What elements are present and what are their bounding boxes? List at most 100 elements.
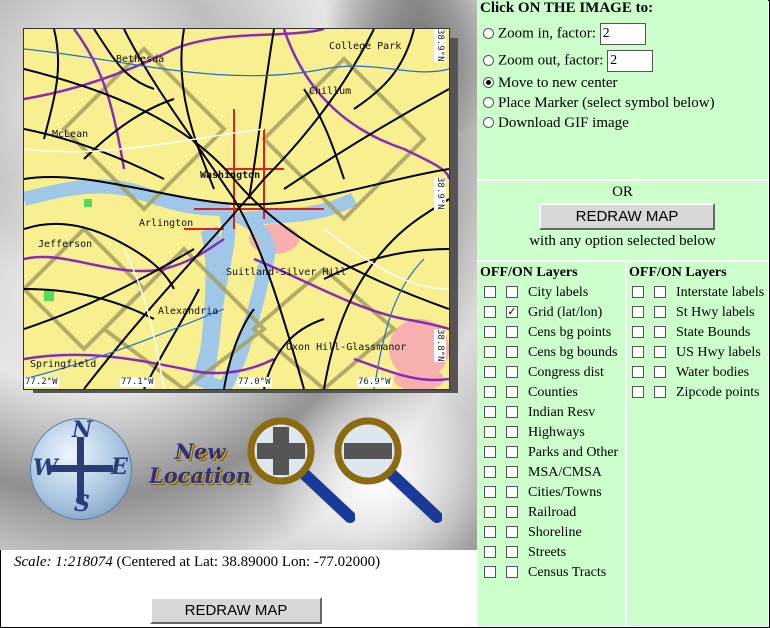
layer-row[interactable]: US Hwy labels — [632, 344, 761, 362]
option-download-gif[interactable]: Download GIF image — [483, 115, 629, 132]
layer-label: Cities/Towns — [528, 485, 602, 500]
layer-row[interactable]: Highways — [484, 424, 585, 442]
layer-on-checkbox[interactable] — [654, 345, 666, 358]
layer-row[interactable]: St Hwy labels — [632, 304, 755, 322]
layer-row[interactable]: Cens bg points — [484, 324, 611, 342]
radio-zoom-out[interactable] — [483, 54, 494, 66]
layer-on-checkbox[interactable] — [506, 525, 518, 538]
layer-off-checkbox[interactable] — [484, 445, 496, 458]
compass-pan-control[interactable]: N S E W — [30, 417, 132, 520]
layer-on-checkbox[interactable] — [506, 385, 518, 398]
layer-label: Cens bg bounds — [528, 345, 618, 360]
layer-row[interactable]: City labels — [484, 284, 588, 302]
layer-on-checkbox[interactable] — [506, 425, 518, 438]
layer-on-checkbox[interactable] — [506, 285, 518, 298]
zoom-in-factor-input[interactable]: 2 — [599, 23, 646, 45]
option-zoom-in[interactable]: Zoom in, factor: 2 — [483, 23, 646, 45]
layer-off-checkbox[interactable] — [484, 305, 496, 318]
layer-off-checkbox[interactable] — [632, 325, 644, 338]
map-image[interactable]: Bethesda College Park Chillum McLean Was… — [23, 28, 450, 390]
lat-tick-label: 38.9°N — [434, 29, 446, 62]
radio-move-center[interactable] — [483, 77, 494, 89]
new-location-button[interactable]: New Location — [145, 440, 255, 488]
layer-label: City labels — [528, 285, 589, 300]
compass-n[interactable]: N — [72, 417, 92, 443]
layer-off-checkbox[interactable] — [632, 305, 644, 318]
layer-off-checkbox[interactable] — [484, 345, 496, 358]
place-label: Chillum — [309, 86, 352, 97]
layer-row[interactable]: Census Tracts — [484, 564, 606, 582]
radio-place-marker[interactable] — [483, 97, 494, 109]
layer-off-checkbox[interactable] — [484, 505, 496, 518]
layer-on-checkbox[interactable] — [654, 325, 666, 338]
layer-row[interactable]: Streets — [484, 544, 566, 562]
place-label: Arlington — [139, 218, 194, 229]
layer-on-checkbox[interactable] — [506, 325, 518, 338]
layer-on-checkbox[interactable] — [654, 365, 666, 378]
layer-off-checkbox[interactable] — [484, 385, 496, 398]
layer-on-checkbox[interactable] — [506, 565, 518, 578]
place-label: Jefferson — [38, 239, 93, 250]
layer-off-checkbox[interactable] — [484, 285, 496, 298]
layer-row[interactable]: Cens bg bounds — [484, 344, 617, 362]
layer-off-checkbox[interactable] — [632, 345, 644, 358]
layer-row[interactable]: MSA/CMSA — [484, 464, 602, 482]
redraw-map-button[interactable]: REDRAW MAP — [539, 203, 715, 230]
layer-off-checkbox[interactable] — [484, 525, 496, 538]
layer-on-checkbox[interactable] — [506, 365, 518, 378]
layer-off-checkbox[interactable] — [632, 365, 644, 378]
layer-label: Counties — [528, 385, 578, 400]
layer-row[interactable]: Railroad — [484, 504, 576, 522]
layer-row[interactable]: Parks and Other — [484, 444, 618, 462]
layer-off-checkbox[interactable] — [484, 465, 496, 478]
layer-off-checkbox[interactable] — [484, 325, 496, 338]
redraw-map-button-bottom[interactable]: REDRAW MAP — [150, 597, 322, 624]
layer-off-checkbox[interactable] — [632, 285, 644, 298]
layer-row[interactable]: Cities/Towns — [484, 484, 602, 502]
option-zoom-out[interactable]: Zoom out, factor: 2 — [483, 50, 654, 72]
layer-on-checkbox[interactable] — [506, 465, 518, 478]
compass-s[interactable]: S — [74, 491, 90, 517]
layer-off-checkbox[interactable] — [632, 385, 644, 398]
layer-row[interactable]: Congress dist — [484, 364, 604, 382]
zoom-out-factor-input[interactable]: 2 — [607, 50, 654, 72]
layer-label: Interstate labels — [676, 285, 765, 300]
layer-off-checkbox[interactable] — [484, 405, 496, 418]
layer-row[interactable]: ✓ Grid (lat/lon) — [484, 304, 602, 322]
layer-label: State Bounds — [676, 325, 751, 340]
radio-zoom-in[interactable] — [483, 27, 494, 39]
layer-row[interactable]: Counties — [484, 384, 578, 402]
divider — [477, 260, 768, 262]
layer-off-checkbox[interactable] — [484, 485, 496, 498]
layer-row[interactable]: Interstate labels — [632, 284, 764, 302]
layer-on-checkbox[interactable] — [654, 385, 666, 398]
layer-on-checkbox[interactable]: ✓ — [506, 305, 518, 318]
layer-row[interactable]: Water bodies — [632, 364, 749, 382]
layer-row[interactable]: Shoreline — [484, 524, 582, 542]
option-move-center[interactable]: Move to new center — [483, 75, 618, 92]
map-panel: Bethesda College Park Chillum McLean Was… — [0, 0, 477, 550]
layer-label: Streets — [528, 545, 567, 560]
layer-on-checkbox[interactable] — [506, 545, 518, 558]
layer-on-checkbox[interactable] — [506, 445, 518, 458]
option-label: Download GIF image — [498, 115, 629, 131]
layer-on-checkbox[interactable] — [654, 305, 666, 318]
layer-row[interactable]: State Bounds — [632, 324, 750, 342]
zoom-out-button[interactable] — [332, 415, 443, 525]
layer-off-checkbox[interactable] — [484, 425, 496, 438]
layer-row[interactable]: Indian Resv — [484, 404, 595, 422]
layer-off-checkbox[interactable] — [484, 545, 496, 558]
radio-download-gif[interactable] — [483, 117, 494, 129]
compass-e[interactable]: E — [111, 454, 128, 480]
layer-on-checkbox[interactable] — [506, 485, 518, 498]
layer-row[interactable]: Zipcode points — [632, 384, 760, 402]
layer-on-checkbox[interactable] — [506, 505, 518, 518]
layer-on-checkbox[interactable] — [506, 405, 518, 418]
layer-off-checkbox[interactable] — [484, 565, 496, 578]
compass-w[interactable]: W — [33, 455, 58, 481]
lon-tick-label: 77.0°W — [237, 377, 272, 387]
layer-on-checkbox[interactable] — [654, 285, 666, 298]
layer-on-checkbox[interactable] — [506, 345, 518, 358]
layer-off-checkbox[interactable] — [484, 365, 496, 378]
option-place-marker[interactable]: Place Marker (select symbol below) — [483, 95, 715, 112]
